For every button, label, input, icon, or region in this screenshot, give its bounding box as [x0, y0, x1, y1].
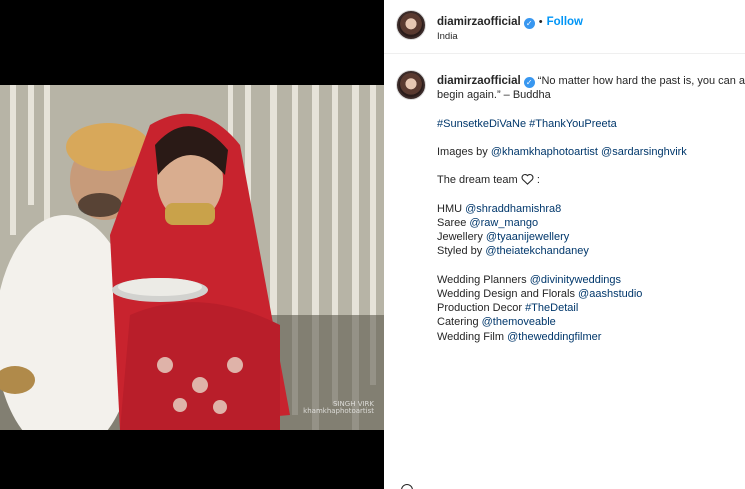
- comment-avatar-icon[interactable]: [401, 484, 413, 489]
- quote-text-2: begin again.” – Buddha: [437, 89, 551, 102]
- credit-line: Production Decor #TheDetail: [437, 301, 745, 315]
- separator-dot: •: [538, 16, 543, 28]
- credit-line: Styled by @theiatekchandaney: [437, 244, 745, 258]
- credit-label: Wedding Film: [437, 330, 505, 343]
- post-photo[interactable]: SINGH VIRK khamkhaphotoartist: [0, 85, 384, 430]
- credit-label: Catering: [437, 316, 479, 329]
- credit-line: Wedding Film @theweddingfilmer: [437, 330, 745, 344]
- credit-handle[interactable]: @themoveable: [482, 316, 556, 328]
- post-sidebar: diamirzaofficial ✓ • Follow India diamirzao…: [384, 0, 745, 489]
- wedding-photo-illustration: [0, 85, 384, 430]
- credit-line: Wedding Planners @divinityweddings: [437, 273, 745, 287]
- credit-label: Styled by: [437, 245, 483, 258]
- credit-handle[interactable]: @aashstudio: [578, 288, 642, 300]
- caption-verified-icon: ✓: [523, 77, 535, 88]
- author-username[interactable]: diamirzaofficial: [437, 16, 521, 28]
- credit-label: HMU: [437, 202, 463, 215]
- post-location[interactable]: India: [437, 31, 458, 42]
- credit-handle[interactable]: @tyaanijewellery: [486, 231, 569, 243]
- credit-line: Saree @raw_mango: [437, 216, 745, 230]
- caption-quote-line1: diamirzaofficial ✓ “No matter how hard th…: [437, 74, 745, 88]
- media-pane: SINGH VIRK khamkhaphotoartist: [0, 0, 384, 489]
- images-by-line: Images by @khamkhaphotoartist @sardarsin…: [437, 145, 745, 159]
- credit-line: Wedding Design and Florals @aashstudio: [437, 287, 745, 301]
- watermark-line2: khamkhaphotoartist: [303, 407, 374, 416]
- follow-button[interactable]: Follow: [547, 16, 583, 28]
- dream-team-suffix: :: [536, 174, 540, 187]
- credit-handle[interactable]: @theweddingfilmer: [507, 331, 601, 343]
- caption-username[interactable]: diamirzaofficial: [437, 75, 521, 87]
- header-user-line: diamirzaofficial ✓ • Follow: [437, 12, 583, 30]
- hashtag-line: #SunsetkeDiVaNe #ThankYouPreeta: [437, 117, 745, 131]
- images-by-label: Images by: [437, 145, 488, 158]
- credit-label: Saree: [437, 216, 467, 229]
- photographer-link[interactable]: @sardarsinghvirk: [601, 146, 687, 158]
- dream-team-line: The dream team :: [437, 173, 745, 187]
- photographer-link[interactable]: @khamkhaphotoartist: [491, 146, 598, 158]
- credit-label: Jewellery: [437, 231, 483, 244]
- credit-handle[interactable]: @theiatekchandaney: [485, 245, 589, 257]
- author-avatar[interactable]: [396, 10, 426, 40]
- heart-icon: [521, 174, 534, 186]
- caption-body: diamirzaofficial ✓ “No matter how hard th…: [437, 74, 745, 344]
- credit-label: Production Decor: [437, 302, 522, 315]
- caption-avatar[interactable]: [396, 70, 426, 100]
- quote-text-1: “No matter how hard the past is, you can…: [537, 75, 745, 87]
- credit-handle[interactable]: #TheDetail: [525, 302, 578, 314]
- credit-handle[interactable]: @shraddhamishra8: [465, 203, 561, 215]
- credit-handle[interactable]: @raw_mango: [469, 217, 538, 229]
- credit-label: Wedding Design and Florals: [437, 287, 575, 300]
- credit-line: Jewellery @tyaanijewellery: [437, 230, 745, 244]
- hashtag-link[interactable]: #ThankYouPreeta: [529, 118, 617, 130]
- credit-line: HMU @shraddhamishra8: [437, 202, 745, 216]
- post-header: diamirzaofficial ✓ • Follow India: [384, 0, 745, 54]
- dream-team-label: The dream team: [437, 174, 518, 187]
- verified-badge-icon: ✓: [523, 18, 535, 29]
- hashtag-link[interactable]: #SunsetkeDiVaNe: [437, 118, 526, 130]
- photo-watermark: SINGH VIRK khamkhaphotoartist: [303, 400, 374, 416]
- credit-label: Wedding Planners: [437, 273, 527, 286]
- credit-handle[interactable]: @divinityweddings: [530, 274, 621, 286]
- credit-line: Catering @themoveable: [437, 315, 745, 329]
